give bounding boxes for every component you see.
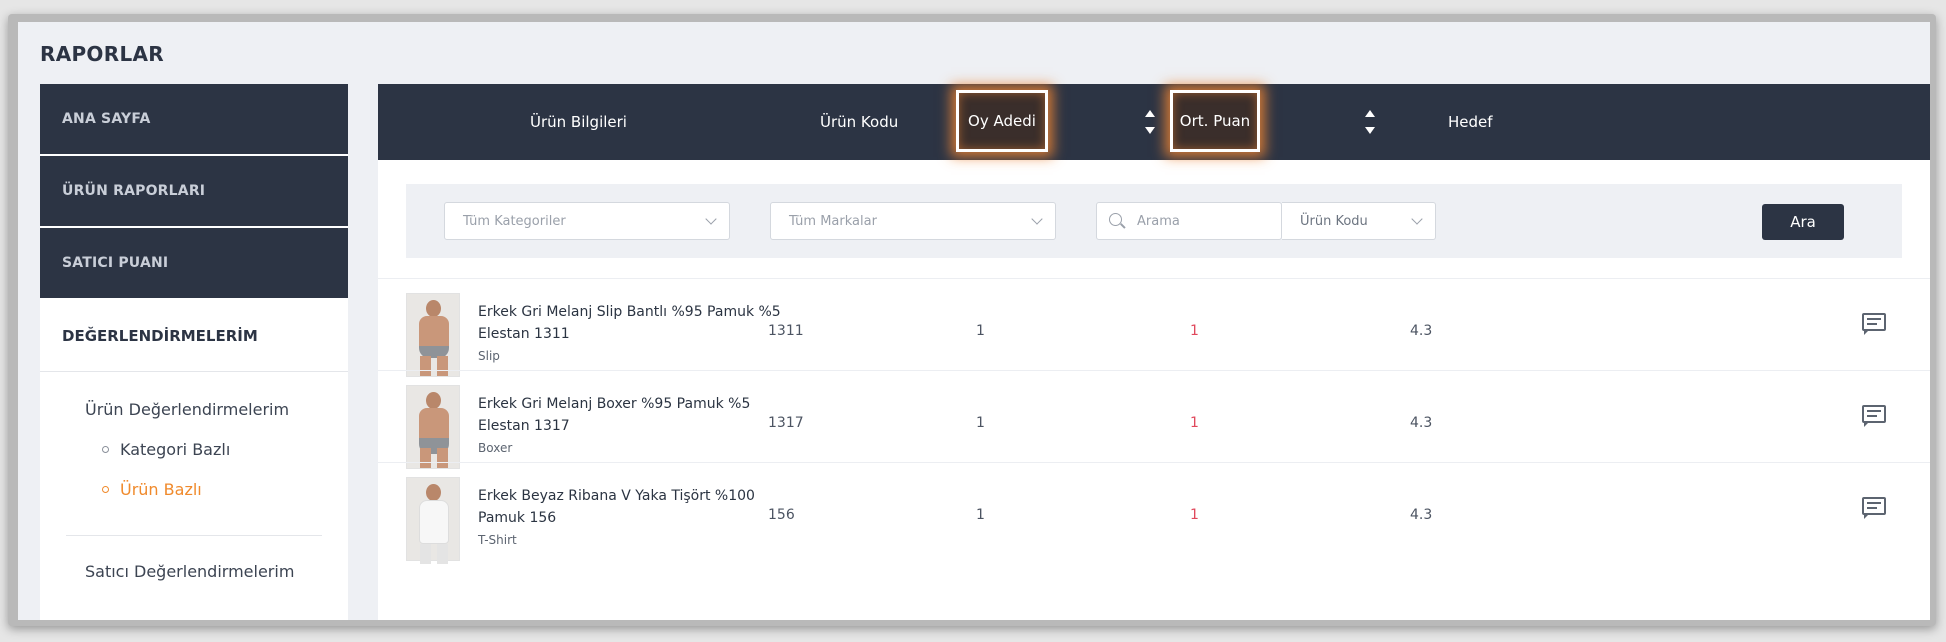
vote-count: 1 (976, 415, 985, 431)
table-row[interactable]: Erkek Beyaz Ribana V Yaka Tişört %100 Pa… (378, 462, 1930, 564)
sidebar-item-satici-degerlendirmelerim[interactable]: Satıcı Değerlendirmelerim (40, 562, 348, 581)
sidebar-item-ana-sayfa[interactable]: ANA SAYFA (40, 84, 348, 154)
sort-icon[interactable] (1364, 110, 1376, 134)
sidebar-item-urun-degerlendirmelerim[interactable]: Ürün Değerlendirmelerim (40, 400, 348, 419)
sidebar-divider (66, 535, 322, 536)
product-image (406, 385, 460, 469)
sidebar-item-urun-bazli[interactable]: Ürün Bazlı (40, 469, 348, 509)
avg-score: 1 (1190, 415, 1199, 431)
target-score: 4.3 (1410, 507, 1433, 523)
sidebar-item-urun-raporlari[interactable]: ÜRÜN RAPORLARI (40, 156, 348, 226)
product-name[interactable]: Erkek Gri Melanj Slip Bantlı %95 Pamuk %… (478, 301, 788, 345)
header-target: Hedef (1448, 113, 1493, 131)
product-code: 1311 (768, 323, 804, 339)
bullet-icon (102, 445, 109, 453)
product-image (406, 477, 460, 564)
comment-icon[interactable] (1862, 497, 1886, 519)
chevron-down-icon (1031, 213, 1043, 225)
header-product-code: Ürün Kodu (820, 113, 899, 131)
header-product-info: Ürün Bilgileri (530, 113, 627, 131)
sidebar: ANA SAYFA ÜRÜN RAPORLARI SATICI PUANI DE… (40, 84, 348, 620)
chevron-down-icon (705, 213, 717, 225)
table-row[interactable]: Erkek Gri Melanj Slip Bantlı %95 Pamuk %… (378, 278, 1930, 377)
vote-count: 1 (976, 323, 985, 339)
report-table: Ürün Bilgileri Ürün Kodu Oy Adedi Ort. P… (378, 84, 1930, 620)
header-avg-score-label: Ort. Puan (1179, 112, 1251, 130)
table-header: Ürün Bilgileri Ürün Kodu Oy Adedi Ort. P… (378, 84, 1930, 160)
sort-icon[interactable] (1144, 110, 1156, 134)
target-score: 4.3 (1410, 323, 1433, 339)
bullet-icon (102, 485, 109, 493)
comment-icon[interactable] (1862, 405, 1886, 427)
search-input-placeholder: Arama (1137, 213, 1180, 229)
header-vote-count-label: Oy Adedi (968, 112, 1036, 130)
product-category: Slip (478, 349, 500, 363)
search-type-value: Ürün Kodu (1300, 213, 1368, 229)
sidebar-item-degerlendirmelerim[interactable]: DEĞERLENDİRMELERİM (40, 300, 348, 372)
sidebar-item-label: Kategori Bazlı (120, 439, 231, 459)
page-title: RAPORLAR (40, 42, 164, 66)
filter-bar: Tüm Kategoriler Tüm Markalar Arama Ürün … (406, 184, 1902, 258)
product-category: Boxer (478, 441, 513, 455)
product-name[interactable]: Erkek Beyaz Ribana V Yaka Tişört %100 Pa… (478, 485, 788, 529)
comment-icon[interactable] (1862, 313, 1886, 335)
chevron-down-icon (1411, 213, 1423, 225)
product-image (406, 293, 460, 377)
avg-score: 1 (1190, 323, 1199, 339)
sidebar-item-label: Ürün Bazlı (120, 479, 202, 499)
avg-score: 1 (1190, 507, 1199, 523)
search-button[interactable]: Ara (1762, 204, 1844, 240)
header-avg-score[interactable]: Ort. Puan (1170, 90, 1260, 152)
search-icon (1109, 213, 1127, 231)
vote-count: 1 (976, 507, 985, 523)
search-type-select[interactable]: Ürün Kodu (1282, 202, 1436, 240)
category-select[interactable]: Tüm Kategoriler (444, 202, 730, 240)
product-category: T-Shirt (478, 533, 517, 547)
header-vote-count[interactable]: Oy Adedi (956, 90, 1048, 152)
product-name[interactable]: Erkek Gri Melanj Boxer %95 Pamuk %5 Eles… (478, 393, 788, 437)
brand-select-value: Tüm Markalar (789, 213, 877, 229)
category-select-value: Tüm Kategoriler (463, 213, 566, 229)
table-row[interactable]: Erkek Gri Melanj Boxer %95 Pamuk %5 Eles… (378, 370, 1930, 469)
product-code: 156 (768, 507, 795, 523)
product-code: 1317 (768, 415, 804, 431)
sidebar-item-satici-puani[interactable]: SATICI PUANI (40, 228, 348, 298)
brand-select[interactable]: Tüm Markalar (770, 202, 1056, 240)
app-screen: RAPORLAR ANA SAYFA ÜRÜN RAPORLARI SATICI… (18, 22, 1930, 620)
sidebar-item-kategori-bazli[interactable]: Kategori Bazlı (40, 429, 348, 469)
search-input[interactable]: Arama (1096, 202, 1282, 240)
target-score: 4.3 (1410, 415, 1433, 431)
